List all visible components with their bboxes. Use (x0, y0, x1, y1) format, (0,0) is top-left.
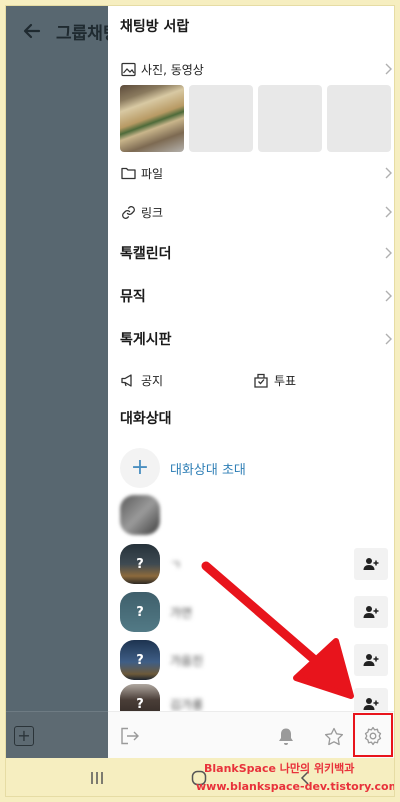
ballot-box-icon (253, 373, 269, 389)
image-icon (120, 61, 136, 77)
chevron-right-icon (380, 61, 394, 77)
media-row-label: 사진, 동영상 (141, 62, 204, 77)
add-person-icon (363, 698, 379, 710)
file-row-label: 파일 (141, 166, 164, 181)
chevron-right-icon (380, 165, 394, 181)
board-row-label: 톡게시판 (120, 332, 172, 348)
gear-icon[interactable] (363, 726, 383, 746)
link-icon (120, 204, 136, 220)
bell-icon[interactable] (276, 726, 296, 746)
watermark-line1: BlankSpace 나만의 위키백과 (204, 762, 355, 775)
chevron-right-icon (380, 331, 394, 347)
vote-label: 투표 (274, 374, 297, 388)
media-thumbnail-placeholder (189, 85, 253, 152)
chatroom-drawer: 채팅방 서랍 사진, 동영상 파일 링크 톡캘린더 뮤직 톡게시판 공지 투표 … (108, 6, 394, 758)
notice-label: 공지 (141, 374, 164, 388)
star-icon[interactable] (324, 726, 344, 746)
chevron-right-icon (380, 245, 394, 261)
add-person-icon (363, 606, 379, 618)
media-thumbnail-placeholder (327, 85, 391, 152)
drawer-title: 채팅방 서랍 (120, 19, 190, 35)
notice-item[interactable]: 공지 (120, 372, 163, 389)
member-row[interactable]: ? 가음진 (108, 638, 394, 682)
member-row[interactable] (108, 493, 394, 537)
watermark-line2: www.blankspace-dev.tistory.com (196, 780, 395, 793)
link-row[interactable]: 링크 (108, 192, 394, 232)
member-name: 가음진 (170, 654, 204, 668)
exit-icon[interactable] (120, 726, 140, 746)
invite-member-row[interactable]: + 대화상대 초대 (108, 446, 394, 490)
invite-label: 대화상대 초대 (170, 463, 246, 478)
chevron-right-icon (380, 204, 394, 220)
avatar: ? (120, 544, 160, 584)
avatar: ? (120, 684, 160, 711)
avatar-mark: ? (136, 696, 144, 712)
add-friend-button[interactable] (354, 688, 388, 711)
notice-vote-row: 공지 투표 (108, 361, 394, 401)
avatar-mark: ? (136, 604, 144, 620)
folder-icon (120, 165, 136, 181)
board-row[interactable]: 톡게시판 (108, 319, 394, 359)
members-section-title: 대화상대 (120, 411, 172, 427)
member-row[interactable]: ? 김가룡 (108, 682, 394, 711)
drawer-footer (108, 711, 394, 758)
member-name: 가연 (170, 606, 193, 620)
media-thumbnail-placeholder (258, 85, 322, 152)
music-row[interactable]: 뮤직 (108, 276, 394, 316)
media-thumbnails (120, 85, 391, 152)
member-row[interactable]: ? ㄱ (108, 542, 394, 586)
calendar-row[interactable]: 톡캘린더 (108, 233, 394, 273)
member-name: ㄱ (170, 558, 182, 572)
add-friend-button[interactable] (354, 596, 388, 628)
avatar-mark: ? (136, 556, 144, 572)
add-friend-button[interactable] (354, 548, 388, 580)
add-friend-button[interactable] (354, 644, 388, 676)
member-row[interactable]: ? 가연 (108, 590, 394, 634)
vote-item[interactable]: 투표 (253, 372, 296, 389)
megaphone-icon (120, 373, 136, 389)
screen-frame: 그룹채팅 + 채팅방 서랍 사진, 동영상 파일 링크 톡캘린더 뮤직 톡게시판… (5, 5, 395, 797)
media-thumbnail-sandwich[interactable] (120, 85, 184, 152)
avatar: ? (120, 592, 160, 632)
avatar: ? (120, 640, 160, 680)
media-row[interactable]: 사진, 동영상 (108, 49, 394, 89)
avatar (120, 495, 160, 535)
back-arrow-icon[interactable] (12, 11, 52, 51)
file-row[interactable]: 파일 (108, 153, 394, 193)
avatar-mark: ? (136, 652, 144, 668)
chevron-right-icon (380, 288, 394, 304)
music-row-label: 뮤직 (120, 289, 146, 305)
recent-apps-icon[interactable] (88, 769, 106, 787)
add-person-icon (363, 558, 379, 570)
add-person-icon (363, 654, 379, 666)
plus-icon[interactable]: + (14, 726, 34, 746)
member-name: 김가룡 (170, 698, 204, 711)
calendar-row-label: 톡캘린더 (120, 246, 172, 262)
plus-icon: + (120, 448, 160, 488)
link-row-label: 링크 (141, 205, 164, 220)
